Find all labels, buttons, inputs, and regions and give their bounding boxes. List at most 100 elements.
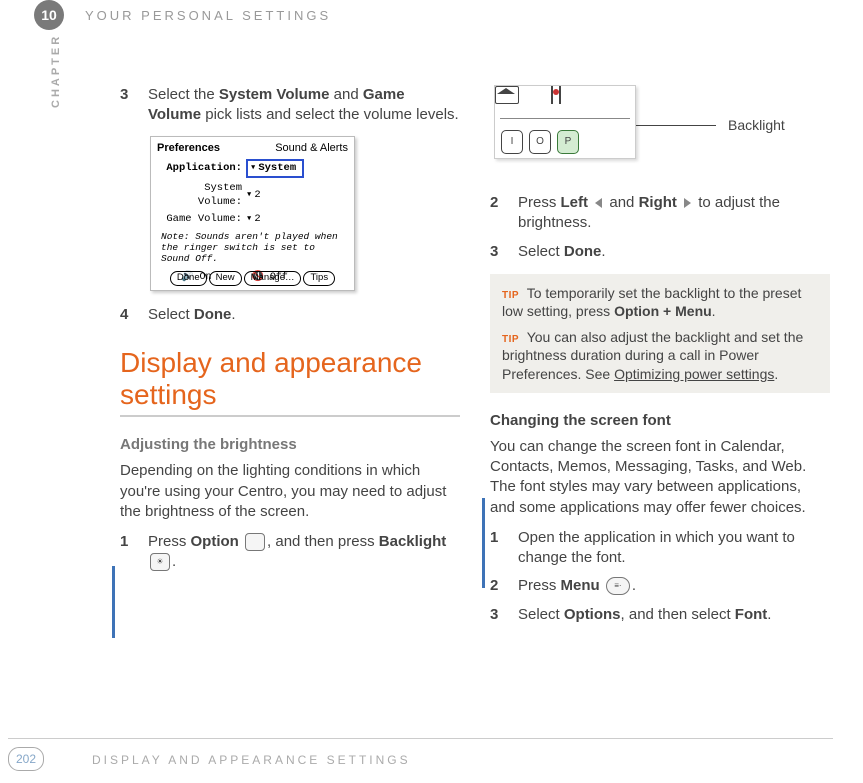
callout-line [628,125,716,126]
tip-1: TIP To temporarily set the backlight to … [502,284,818,320]
left-column: 3 Select the System Volume and Game Volu… [120,85,460,633]
manage-button[interactable]: Manage… [244,271,302,286]
page-number-badge: 202 [8,747,44,771]
step-body: Select the System Volume and Game Volume… [148,85,460,126]
bold-term: Option [191,533,239,550]
picker-value: 2 [254,189,260,201]
done-button[interactable]: Done [170,271,207,286]
text: Select the [148,86,219,103]
step-number: 2 [490,576,518,596]
page-header-title: YOUR PERSONAL SETTINGS [85,8,331,23]
prefs-title: Preferences [157,141,220,156]
blue-margin-bar [482,498,485,588]
brightness-step-1: 1 Press Option , and then press Backligh… [120,532,460,573]
text: . [632,577,636,594]
step-body: Select Done. [518,242,830,262]
application-picker[interactable]: ▾System [246,159,304,177]
game-volume-label: Game Volume: [157,212,246,226]
key-o: O [529,130,551,154]
step-body: Select Options, and then select Font. [518,605,830,625]
application-label: Application: [157,161,246,175]
keyboard-diagram: I O P [494,85,636,159]
text: Press [518,577,561,594]
bold-term: Options [564,606,621,623]
intro-paragraph: Depending on the lighting conditions in … [120,461,460,522]
text: . [774,366,778,382]
content-columns: 3 Select the System Volume and Game Volu… [120,85,840,633]
envelope-icon [495,86,519,104]
text: Select [148,306,194,323]
font-subheading: Changing the screen font [490,411,830,431]
subsection-heading: Adjusting the brightness [120,435,460,455]
step-number: 4 [120,305,148,325]
menu-key-icon: ≡· [606,577,630,595]
prefs-category: Sound & Alerts [275,141,348,156]
font-intro: You can change the screen font in Calend… [490,437,830,518]
step-number: 1 [490,528,518,569]
tip-box: TIP To temporarily set the backlight to … [490,274,830,393]
tips-button[interactable]: Tips [303,271,335,286]
blue-margin-bar [112,566,115,638]
step-body: Press Left and Right to adjust the brigh… [518,193,830,234]
step-body: Press Option , and then press Backlight … [148,532,460,573]
step-number: 3 [120,85,148,126]
key-i: I [501,130,523,154]
text: . [231,306,235,323]
section-heading: Display and appearance settings [120,347,460,411]
step-body: Select Done. [148,305,460,325]
backlight-key-icon: ☀ [150,553,170,571]
text: . [712,303,716,319]
new-button[interactable]: New [209,271,242,286]
section-underline [120,415,460,417]
text: pick lists and select the volume levels. [201,106,459,123]
text: and [605,194,638,211]
font-step-2: 2 Press Menu ≡·. [490,576,830,596]
keyboard-callout: I O P Backlight [494,85,830,165]
bold-term: Done [194,306,232,323]
text: and [330,86,363,103]
step-number: 3 [490,605,518,625]
chapter-number-badge: 10 [34,0,64,30]
chapter-label-vertical: CHAPTER [50,34,62,108]
text: Press [518,194,561,211]
system-volume-picker[interactable]: ▾2 [246,188,261,202]
bold-term: Option + Menu [614,303,712,319]
footer-divider [8,738,833,739]
right-column: I O P Backlight 2 Press Left and Right t… [490,85,830,633]
text: . [767,606,771,623]
footer-title: DISPLAY AND APPEARANCE SETTINGS [92,753,411,767]
bold-term: Backlight [379,533,447,550]
status-led-icon [551,86,561,104]
bold-term: Left [561,194,589,211]
text: , and then select [621,606,735,623]
bold-term: Done [564,243,602,260]
text: Press [148,533,191,550]
prefs-note: Note: Sounds aren't played when the ring… [161,232,348,265]
font-step-1: 1 Open the application in which you want… [490,528,830,569]
option-key-icon [245,533,265,551]
text: Select [518,606,564,623]
bold-term: Font [735,606,767,623]
left-arrow-icon [595,198,602,208]
system-volume-label: System Volume: [157,181,246,209]
picker-value: 2 [254,213,260,225]
text: . [601,243,605,260]
step-4: 4 Select Done. [120,305,460,325]
text: Select [518,243,564,260]
font-step-3: 3 Select Options, and then select Font. [490,605,830,625]
brightness-step-3: 3 Select Done. [490,242,830,262]
tip-2: TIP You can also adjust the backlight an… [502,328,818,383]
preferences-screenshot: Preferences Sound & Alerts Application: … [150,136,355,291]
game-volume-picker[interactable]: ▾2 [246,212,261,226]
key-p-backlight: P [557,130,579,154]
tip-label: TIP [502,290,519,301]
tip-label: TIP [502,334,519,345]
step-body: Press Menu ≡·. [518,576,830,596]
bold-term: System Volume [219,86,330,103]
text: . [172,553,176,570]
optimizing-power-link[interactable]: Optimizing power settings [614,366,774,382]
text: , and then press [267,533,379,550]
right-arrow-icon [684,198,691,208]
bold-term: Menu [561,577,600,594]
step-number: 3 [490,242,518,262]
